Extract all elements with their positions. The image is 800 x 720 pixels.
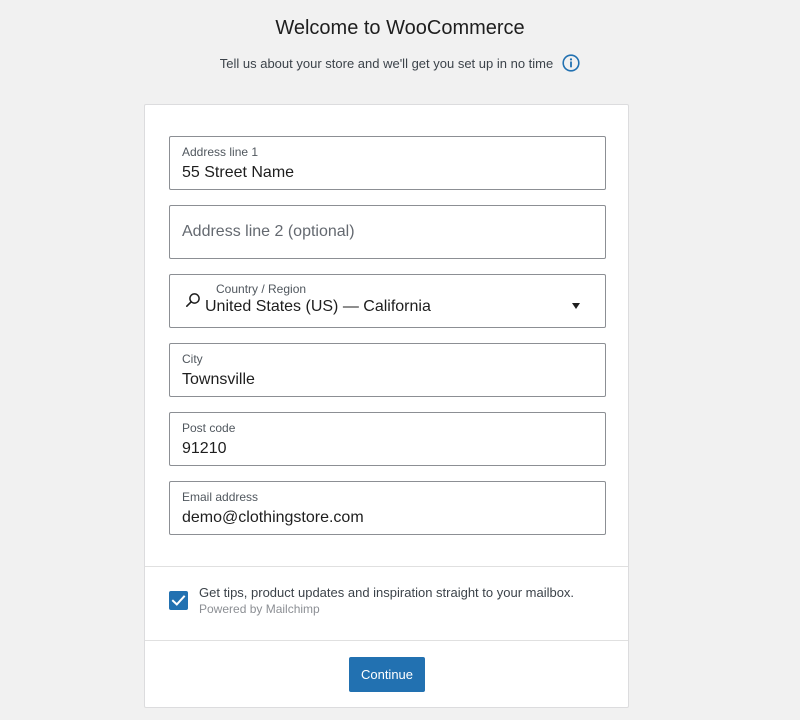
address-line-1-field[interactable]: Address line 1 55 Street Name [169, 136, 606, 190]
continue-button[interactable]: Continue [349, 657, 425, 692]
post-code-field[interactable]: Post code 91210 [169, 412, 606, 466]
page-subtitle: Tell us about your store and we'll get y… [219, 55, 554, 71]
newsletter-optin-label[interactable]: Get tips, product updates and inspiratio… [199, 585, 574, 600]
address-line-2-placeholder[interactable]: Address line 2 (optional) [182, 223, 355, 241]
page-title: Welcome to WooCommerce [275, 17, 525, 39]
country-region-label: Country / Region [216, 282, 307, 296]
email-address-field[interactable]: Email address demo@clothingstore.com [169, 481, 606, 535]
mailchimp-credit: Powered by Mailchimp [199, 602, 320, 616]
footer-divider [145, 640, 628, 641]
info-icon[interactable] [562, 54, 580, 72]
chevron-down-icon[interactable] [571, 297, 581, 309]
search-icon [185, 292, 201, 308]
city-value[interactable]: Townsville [182, 371, 255, 389]
city-label: City [182, 352, 203, 366]
email-address-value[interactable]: demo@clothingstore.com [182, 509, 364, 527]
email-address-label: Email address [182, 490, 259, 504]
post-code-value[interactable]: 91210 [182, 440, 227, 458]
address-line-2-field[interactable]: Address line 2 (optional) [169, 205, 606, 259]
address-line-1-label: Address line 1 [182, 145, 259, 159]
subtitle-row: Tell us about your store and we'll get y… [0, 54, 800, 72]
country-region-select[interactable]: Country / Region United States (US) — Ca… [169, 274, 606, 328]
section-divider [145, 566, 628, 567]
newsletter-optin-checkbox[interactable] [169, 591, 188, 610]
store-details-card: Address line 1 55 Street Name Address li… [144, 104, 629, 708]
post-code-label: Post code [182, 421, 236, 435]
address-line-1-value[interactable]: 55 Street Name [182, 164, 294, 182]
country-region-value[interactable]: United States (US) — California [205, 298, 431, 316]
city-field[interactable]: City Townsville [169, 343, 606, 397]
